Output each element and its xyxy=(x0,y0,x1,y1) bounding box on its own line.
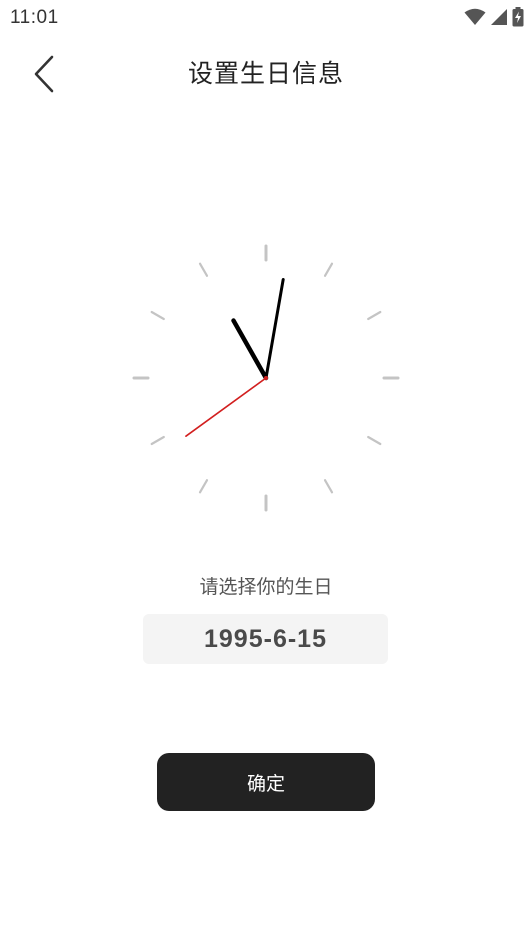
analog-clock xyxy=(132,244,400,512)
clock-center-dot xyxy=(264,376,268,380)
confirm-button[interactable]: 确定 xyxy=(157,753,375,811)
page-title: 设置生日信息 xyxy=(187,59,344,88)
clock-tick xyxy=(150,310,165,321)
birthday-date-picker[interactable]: 1995-6-15 xyxy=(143,614,388,664)
wifi-icon xyxy=(464,8,486,25)
clock-tick xyxy=(198,479,209,494)
status-bar: 11:01 xyxy=(0,0,532,36)
clock-tick xyxy=(367,435,382,446)
status-time: 11:01 xyxy=(10,7,59,28)
second-hand xyxy=(185,377,267,437)
birthday-prompt-label: 请选择你的生日 xyxy=(199,576,333,598)
minute-hand xyxy=(264,277,285,380)
status-icons xyxy=(464,7,524,27)
battery-charging-icon xyxy=(512,7,524,27)
clock-tick xyxy=(150,435,165,446)
birthday-date-value: 1995-6-15 xyxy=(204,624,327,653)
clock-tick xyxy=(198,262,209,277)
nav-bar: 设置生日信息 xyxy=(0,40,532,106)
clock-tick xyxy=(367,310,382,321)
clock-tick xyxy=(323,262,334,277)
cellular-signal-icon xyxy=(491,9,507,25)
clock-tick xyxy=(323,479,334,494)
hour-hand xyxy=(231,318,269,381)
